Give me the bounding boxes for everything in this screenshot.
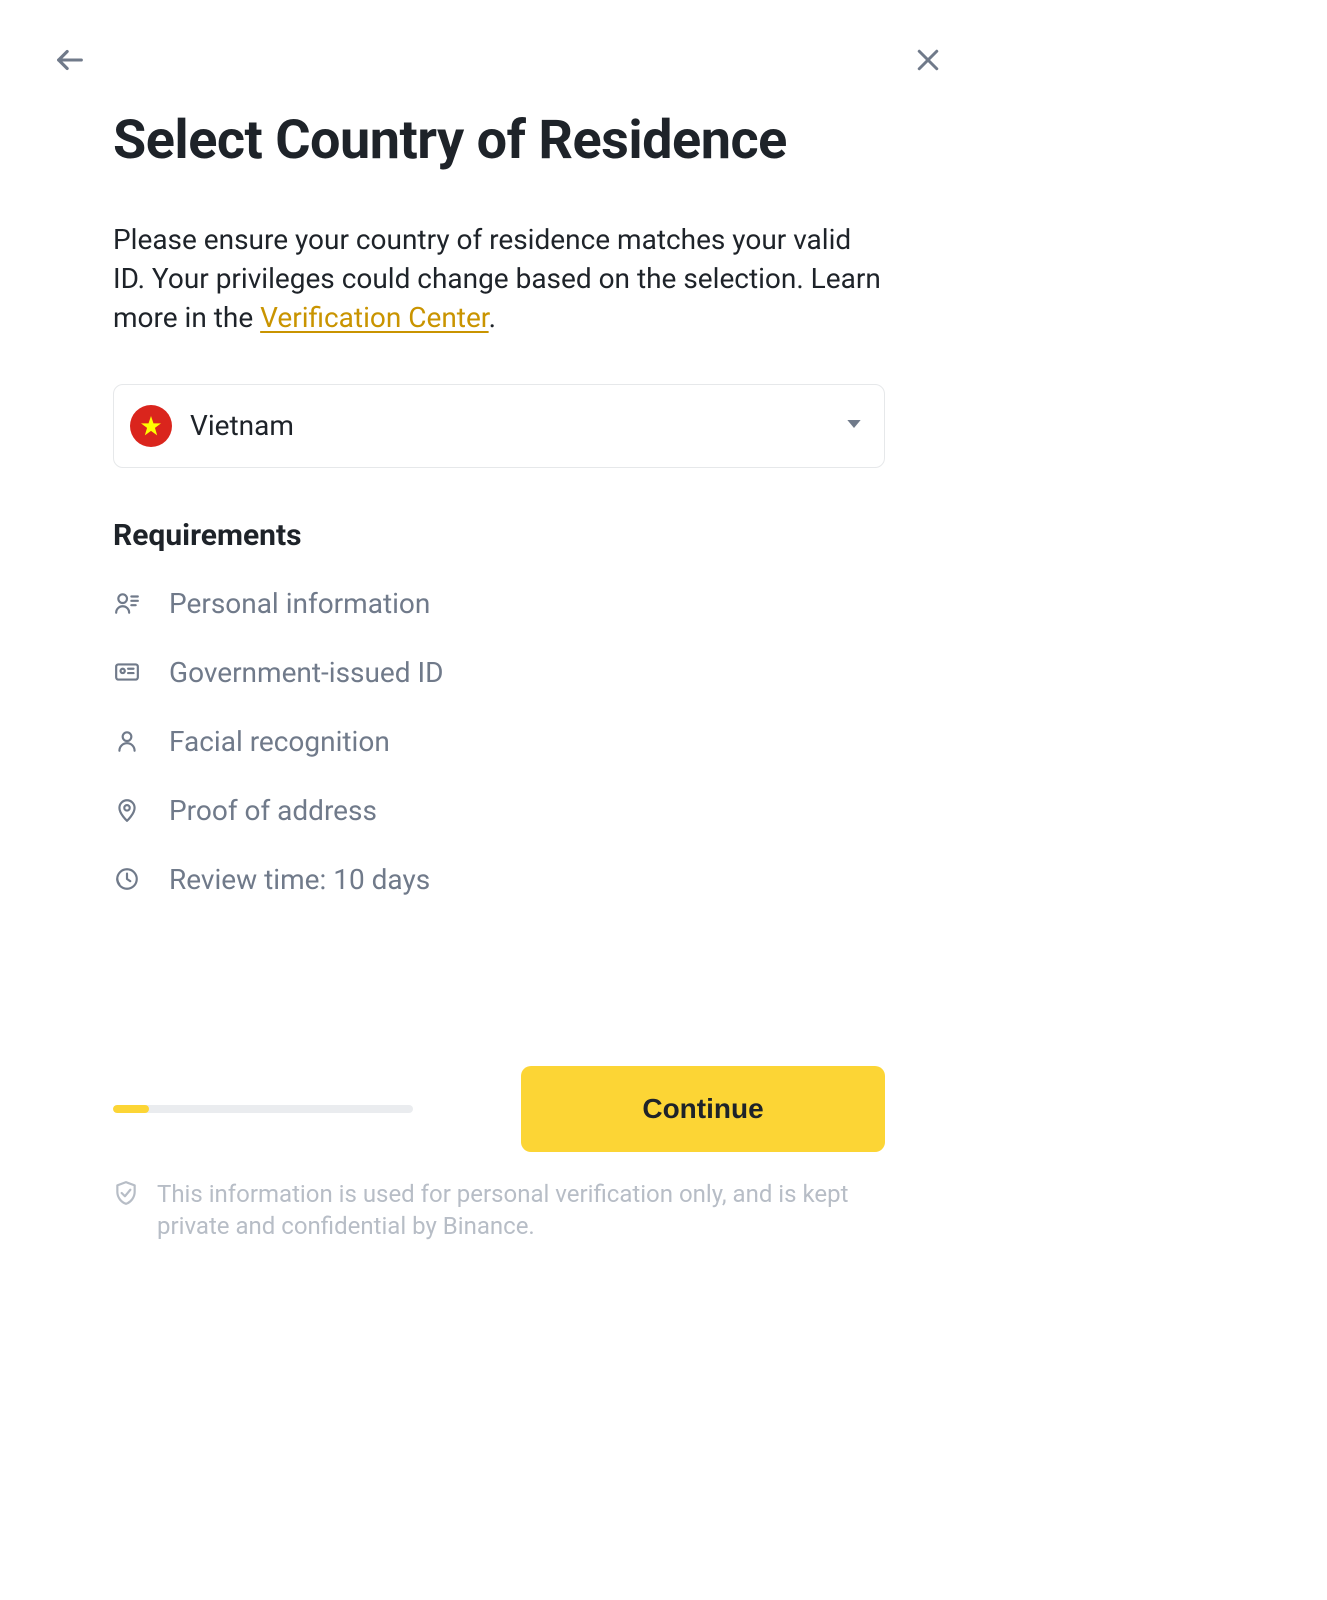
modal-topbar — [50, 40, 948, 80]
shield-check-icon — [113, 1180, 139, 1206]
disclaimer: This information is used for personal ve… — [113, 1178, 885, 1243]
requirement-item: Proof of address — [113, 794, 885, 827]
requirement-label: Review time: 10 days — [169, 863, 430, 896]
face-icon — [113, 727, 141, 755]
footer-row: Continue — [113, 1066, 885, 1152]
requirement-item: Government-issued ID — [113, 656, 885, 689]
back-button[interactable] — [50, 40, 90, 80]
disclaimer-text: This information is used for personal ve… — [157, 1178, 885, 1243]
selected-country-label: Vietnam — [190, 409, 846, 442]
progress-fill — [113, 1105, 149, 1113]
modal-content: Select Country of Residence Please ensur… — [50, 110, 948, 1242]
requirement-item: Facial recognition — [113, 725, 885, 758]
location-icon — [113, 796, 141, 824]
requirement-label: Facial recognition — [169, 725, 390, 758]
requirement-label: Government-issued ID — [169, 656, 444, 689]
requirements-heading: Requirements — [113, 518, 885, 553]
requirements-list: Personal information Government-issued I… — [113, 587, 885, 896]
description-before: Please ensure your country of residence … — [113, 223, 881, 334]
verification-center-link[interactable]: Verification Center — [260, 301, 488, 334]
arrow-left-icon — [53, 43, 87, 77]
close-icon — [913, 45, 943, 75]
continue-button[interactable]: Continue — [521, 1066, 885, 1152]
requirement-label: Personal information — [169, 587, 430, 620]
chevron-down-icon — [846, 416, 862, 436]
requirement-item: Review time: 10 days — [113, 863, 885, 896]
clock-icon — [113, 865, 141, 893]
flag-vietnam-icon — [130, 405, 172, 447]
id-card-icon — [113, 658, 141, 686]
country-residence-modal: Select Country of Residence Please ensur… — [0, 0, 998, 1292]
page-title: Select Country of Residence — [113, 110, 885, 172]
progress-bar — [113, 1105, 413, 1113]
requirement-item: Personal information — [113, 587, 885, 620]
requirement-label: Proof of address — [169, 794, 377, 827]
country-select[interactable]: Vietnam — [113, 384, 885, 468]
close-button[interactable] — [908, 40, 948, 80]
person-info-icon — [113, 589, 141, 617]
description-after: . — [489, 301, 496, 334]
description-text: Please ensure your country of residence … — [113, 220, 885, 338]
